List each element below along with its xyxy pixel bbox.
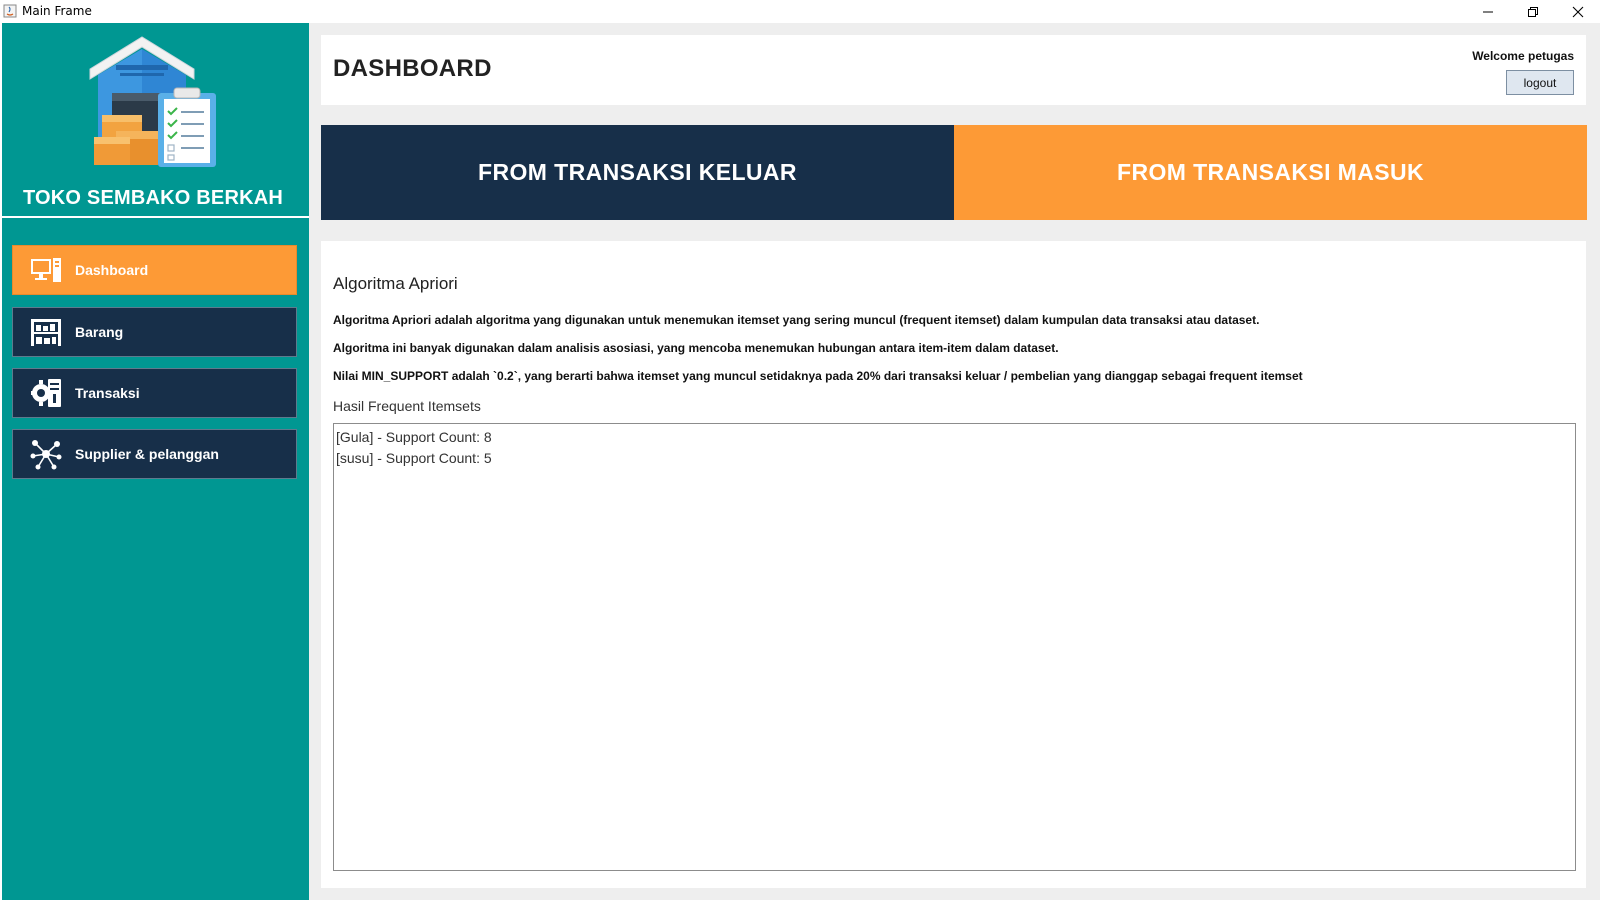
network-icon (29, 437, 63, 471)
header-panel: DASHBOARD Welcome petugas logout (321, 35, 1586, 105)
store-name: TOKO SEMBAKO BERKAH (22, 187, 284, 209)
description-paragraph: Algoritma ini banyak digunakan dalam ana… (333, 341, 1059, 355)
result-line: [susu] - Support Count: 5 (336, 450, 492, 466)
results-textarea[interactable]: [Gula] - Support Count: 8 [susu] - Suppo… (333, 423, 1576, 871)
sidebar-item-supplier-pelanggan[interactable]: Supplier & pelanggan (12, 429, 297, 479)
transaksi-keluar-button[interactable]: FROM TRANSAKSI KELUAR (321, 125, 954, 220)
title-bar: Main Frame (0, 0, 1600, 23)
logout-button[interactable]: logout (1506, 70, 1574, 95)
content-panel: Algoritma Apriori Algoritma Apriori adal… (321, 241, 1586, 888)
dashboard-icon (29, 253, 63, 287)
sidebar-item-label: Barang (75, 324, 124, 340)
sidebar: TOKO SEMBAKO BERKAH Dashboard Barang Tra… (2, 23, 309, 900)
min-support-paragraph: Nilai MIN_SUPPORT adalah `0.2`, yang ber… (333, 369, 1303, 383)
results-label: Hasil Frequent Itemsets (333, 398, 481, 414)
page-title: DASHBOARD (333, 55, 492, 82)
java-app-icon (3, 4, 17, 18)
sidebar-item-dashboard[interactable]: Dashboard (12, 245, 297, 295)
minimize-button[interactable] (1465, 0, 1510, 23)
minimize-icon (1482, 11, 1493, 12)
sidebar-item-barang[interactable]: Barang (12, 307, 297, 357)
result-line: [Gula] - Support Count: 8 (336, 429, 492, 445)
warehouse-logo-icon (89, 36, 216, 167)
brand-divider (2, 216, 309, 218)
close-button[interactable] (1555, 0, 1600, 23)
description-paragraph: Algoritma Apriori adalah algoritma yang … (333, 313, 1260, 327)
welcome-text: Welcome petugas (1472, 49, 1574, 63)
main-area: DASHBOARD Welcome petugas logout FROM TR… (309, 23, 1600, 900)
sidebar-item-label: Dashboard (75, 262, 149, 278)
sidebar-item-transaksi[interactable]: Transaksi (12, 368, 297, 418)
restore-icon (1527, 6, 1538, 17)
warehouse-icon (29, 315, 63, 349)
window-title: Main Frame (22, 4, 92, 18)
sidebar-item-label: Supplier & pelanggan (75, 446, 219, 462)
section-title: Algoritma Apriori (333, 274, 458, 293)
close-icon (1572, 6, 1583, 17)
sidebar-item-label: Transaksi (75, 385, 140, 401)
transaction-icon (29, 376, 63, 410)
transaksi-masuk-button[interactable]: FROM TRANSAKSI MASUK (954, 125, 1587, 220)
restore-button[interactable] (1510, 0, 1555, 23)
